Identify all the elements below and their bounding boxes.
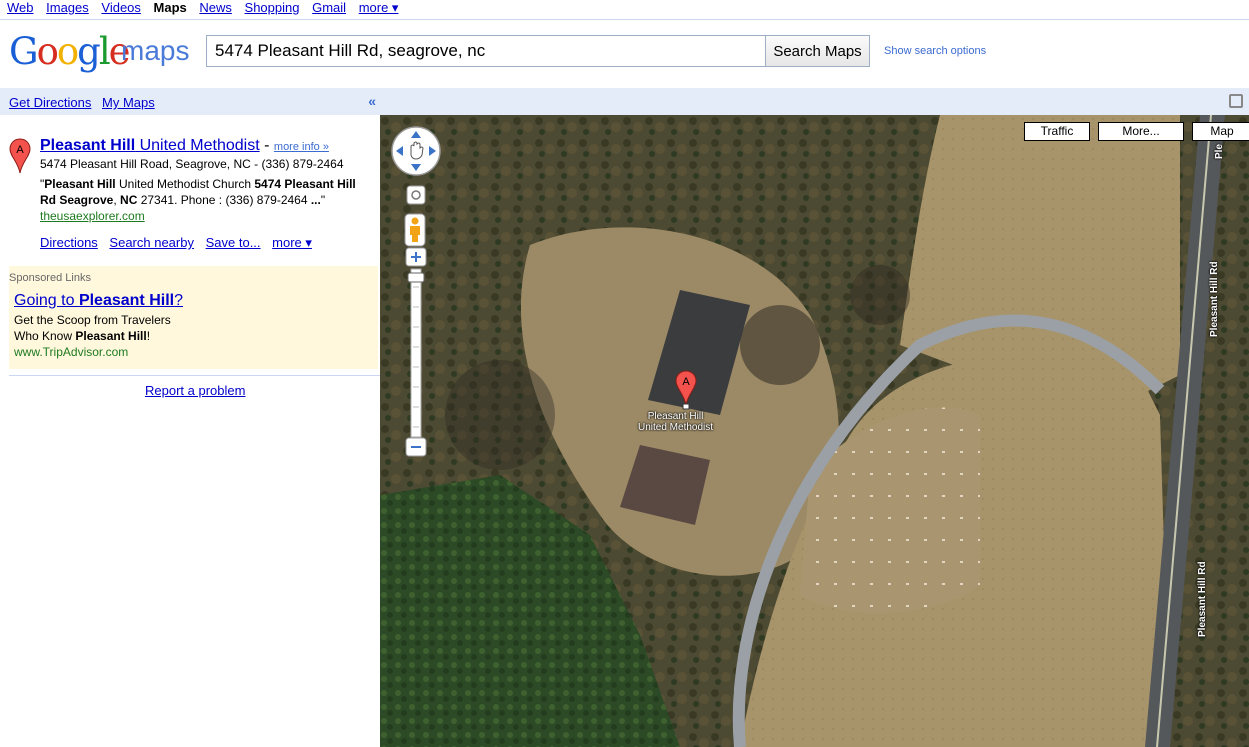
search-input[interactable]	[206, 35, 766, 67]
save-to-link[interactable]: Save to...	[206, 235, 261, 250]
satellite-map[interactable]: Traffic More... Map A Pleasant Hill Unit…	[380, 115, 1249, 747]
nav-videos[interactable]: Videos	[101, 0, 141, 15]
svg-text:A: A	[682, 376, 690, 388]
map-marker-a-icon[interactable]: A	[675, 370, 697, 410]
pegman-icon[interactable]	[404, 213, 426, 247]
ad-url[interactable]: www.TripAdvisor.com	[14, 345, 128, 359]
print-icon[interactable]	[1229, 94, 1243, 108]
nav-maps-current: Maps	[153, 0, 187, 15]
snippet-source-link[interactable]: theusaexplorer.com	[40, 209, 145, 223]
nav-images[interactable]: Images	[46, 0, 89, 15]
map-marker-label: Pleasant Hill United Methodist	[638, 411, 714, 433]
road-label: Pleasant Hill Rd	[1209, 261, 1220, 337]
results-panel: A Pleasant Hill United Methodist - more …	[0, 115, 380, 747]
nav-web[interactable]: Web	[7, 0, 34, 15]
maps-logo-text: maps	[121, 35, 190, 66]
left-panel-toolbar: Get Directions My Maps «	[0, 88, 380, 115]
road-label: Pleasant Hill Rd	[1197, 561, 1208, 637]
panel-divider	[9, 375, 380, 376]
ad-text-line2: Who Know Pleasant Hill!	[14, 329, 151, 343]
satellite-imagery	[380, 115, 1249, 747]
more-layers-button[interactable]: More...	[1098, 122, 1184, 141]
result-snippet: "Pleasant Hill United Methodist Church 5…	[40, 177, 356, 223]
sponsored-links-box: Sponsored Links Going to Pleasant Hill? …	[9, 266, 378, 369]
search-nearby-link[interactable]: Search nearby	[109, 235, 194, 250]
nav-more[interactable]: more ▾	[359, 0, 399, 15]
traffic-button[interactable]: Traffic	[1024, 122, 1090, 141]
more-info-link[interactable]: more info »	[274, 141, 329, 153]
nav-gmail[interactable]: Gmail	[312, 0, 346, 15]
collapse-panel-icon[interactable]: «	[368, 93, 376, 109]
ad-text-line1: Get the Scoop from Travelers	[14, 313, 171, 327]
zoom-slider[interactable]	[405, 247, 427, 459]
zoom-thumb	[407, 272, 425, 283]
directions-link[interactable]: Directions	[40, 235, 98, 250]
show-search-options-link[interactable]: Show search options	[884, 45, 986, 57]
map-toolbar	[380, 88, 1249, 115]
map-type-button[interactable]: Map	[1192, 122, 1249, 141]
svg-text:A: A	[16, 144, 24, 156]
google-logo-text: Google	[9, 30, 131, 73]
more-actions-link[interactable]: more ▾	[272, 235, 312, 250]
home-icon[interactable]	[406, 185, 426, 205]
result-marker-a-icon[interactable]: A	[9, 138, 31, 174]
google-maps-logo[interactable]: Google maps	[9, 31, 189, 73]
report-problem-link[interactable]: Report a problem	[145, 383, 245, 398]
ad-title-link[interactable]: Going to Pleasant Hill?	[14, 292, 183, 310]
road-label-partial: Ple	[1214, 143, 1225, 159]
nav-shopping[interactable]: Shopping	[245, 0, 300, 15]
nav-news[interactable]: News	[199, 0, 232, 15]
sponsored-label: Sponsored Links	[9, 272, 91, 284]
top-nav-bar: Web Images Videos Maps News Shopping Gma…	[0, 0, 1249, 20]
get-directions-link[interactable]: Get Directions	[9, 95, 91, 110]
result-address: 5474 Pleasant Hill Road, Seagrove, NC - …	[40, 157, 344, 171]
pan-control-icon[interactable]	[390, 125, 442, 177]
result-title-link[interactable]: Pleasant Hill United Methodist	[40, 137, 260, 154]
search-maps-button[interactable]: Search Maps	[765, 35, 870, 67]
result-title: Pleasant Hill United Methodist - more in…	[40, 137, 329, 154]
my-maps-link[interactable]: My Maps	[102, 95, 155, 110]
result-actions: Directions Search nearby Save to... more…	[40, 235, 320, 251]
